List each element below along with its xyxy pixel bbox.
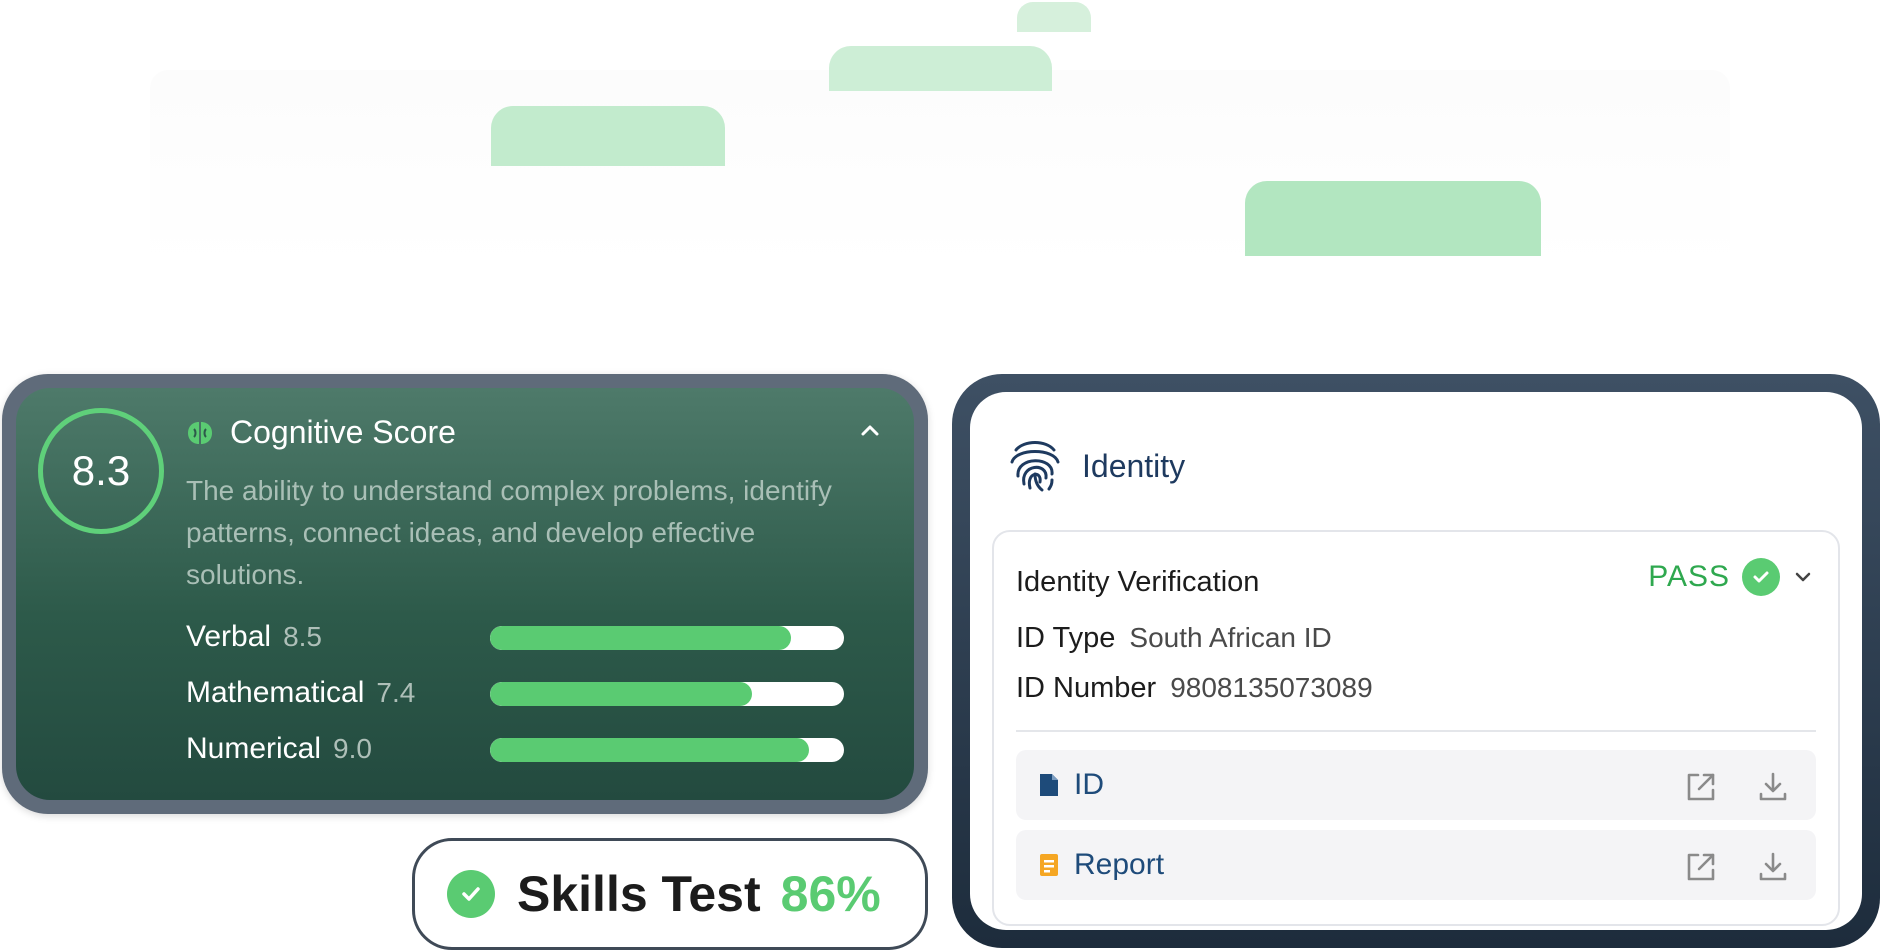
cognitive-score-ring: 8.3 [38, 408, 164, 534]
check-circle-icon [447, 870, 495, 918]
download-icon[interactable] [1756, 770, 1790, 804]
cognitive-title: Cognitive Score [230, 414, 456, 450]
skills-test-badge: Skills Test 86% [412, 838, 928, 950]
metric-numerical: Numerical 9.0 [186, 732, 372, 766]
metric-verbal: Verbal 8.5 [186, 620, 322, 654]
status-badge: PASS [1648, 560, 1730, 593]
background-bar-3 [491, 106, 725, 166]
field-label: ID Number [1016, 672, 1157, 704]
divider [1016, 730, 1816, 732]
identity-card: Identity Identity Verification PASS ID T… [952, 374, 1880, 948]
download-icon[interactable] [1756, 850, 1790, 884]
metric-bar-fill [490, 738, 809, 762]
document-label[interactable]: ID [1074, 768, 1104, 802]
cognitive-score-value: 8.3 [71, 447, 131, 494]
background-bar-1 [1017, 2, 1091, 32]
cognitive-card: 8.3 Cognitive Score The ability to under… [2, 374, 928, 814]
row-actions [1684, 850, 1790, 884]
background-bar-2 [829, 46, 1052, 91]
metric-bar-mathematical [490, 682, 844, 706]
metric-label: Mathematical [186, 676, 365, 709]
identity-card-inner: Identity Identity Verification PASS ID T… [970, 392, 1862, 930]
chevron-down-icon[interactable] [1792, 566, 1814, 588]
field-value: South African ID [1129, 622, 1332, 653]
skills-test-label: Skills Test [517, 866, 761, 922]
metric-value: 9.0 [333, 733, 372, 764]
verification-title: Identity Verification [1016, 566, 1260, 598]
metric-bar-verbal [490, 626, 844, 650]
metric-bar-fill [490, 626, 791, 650]
document-label[interactable]: Report [1074, 848, 1164, 882]
metric-mathematical: Mathematical 7.4 [186, 676, 415, 710]
cognitive-card-inner: 8.3 Cognitive Score The ability to under… [16, 388, 914, 800]
cognitive-header: Cognitive Score [186, 414, 456, 451]
skills-test-value: 86% [780, 866, 881, 922]
chevron-up-icon[interactable] [856, 416, 884, 444]
fingerprint-icon [1010, 441, 1060, 492]
metric-value: 7.4 [376, 677, 416, 708]
document-row-id[interactable]: ID [1016, 750, 1816, 820]
identity-title: Identity [1082, 448, 1186, 484]
metric-label: Numerical [186, 732, 322, 765]
field-label: ID Type [1016, 622, 1116, 654]
background-bar-4 [1245, 181, 1541, 256]
open-external-icon[interactable] [1684, 850, 1718, 884]
document-row-report[interactable]: Report [1016, 830, 1816, 900]
field-id-type: ID Type South African ID [1016, 622, 1332, 655]
brain-icon [188, 421, 212, 444]
cognitive-description: The ability to understand complex proble… [186, 475, 832, 590]
identity-verification-panel: Identity Verification PASS ID Type South… [992, 530, 1840, 926]
report-icon [1040, 854, 1058, 876]
open-external-icon[interactable] [1684, 770, 1718, 804]
metric-bar-fill [490, 682, 752, 706]
document-icon [1040, 774, 1058, 796]
metric-bar-numerical [490, 738, 844, 762]
check-circle-icon [1742, 558, 1780, 596]
metric-label: Verbal [186, 620, 272, 653]
field-value: 9808135073089 [1170, 672, 1373, 703]
metric-value: 8.5 [283, 621, 323, 652]
field-id-number: ID Number 9808135073089 [1016, 672, 1373, 705]
verification-status[interactable]: PASS [1648, 558, 1814, 596]
row-actions [1684, 770, 1790, 804]
